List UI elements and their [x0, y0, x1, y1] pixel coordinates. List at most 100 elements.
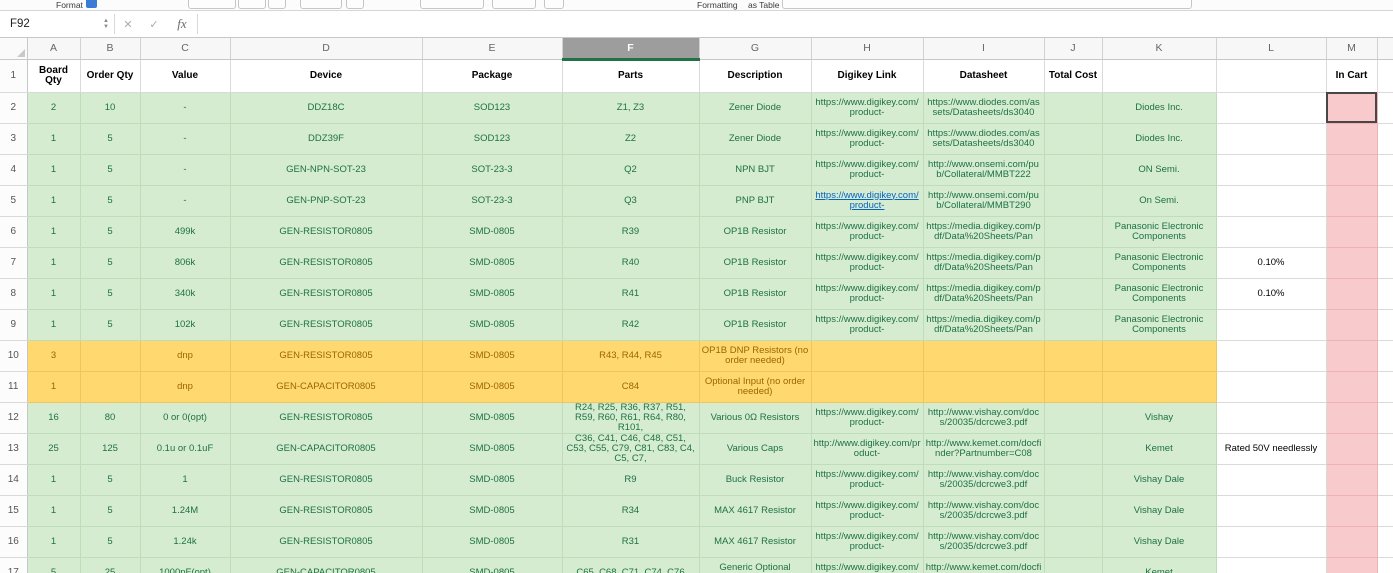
col-header-B[interactable]: B — [80, 38, 140, 59]
cell-D11[interactable]: GEN-CAPACITOR0805 — [230, 371, 422, 402]
cell-D16[interactable]: GEN-RESISTOR0805 — [230, 526, 422, 557]
cell-C14[interactable]: 1 — [140, 464, 230, 495]
cell-F1[interactable]: Parts — [562, 59, 699, 92]
cell-G7[interactable]: OP1B Resistor — [699, 247, 811, 278]
cell-K7[interactable]: Panasonic Electronic Components — [1102, 247, 1216, 278]
row-header-9[interactable]: 9 — [0, 309, 27, 340]
cell-A13[interactable]: 25 — [27, 433, 80, 464]
cell-M10[interactable] — [1326, 340, 1377, 371]
cell-J8[interactable] — [1044, 278, 1102, 309]
cell-K14[interactable]: Vishay Dale — [1102, 464, 1216, 495]
cell-H15[interactable]: https://www.digikey.com/product- — [811, 495, 923, 526]
cell-C9[interactable]: 102k — [140, 309, 230, 340]
cell-L16[interactable] — [1216, 526, 1326, 557]
cell-A11[interactable]: 1 — [27, 371, 80, 402]
cell-A10[interactable]: 3 — [27, 340, 80, 371]
cell-G16[interactable]: MAX 4617 Resistor — [699, 526, 811, 557]
cell-K13[interactable]: Kemet — [1102, 433, 1216, 464]
row-header-12[interactable]: 12 — [0, 402, 27, 433]
cell-I17[interactable]: http://www.kemet.com/docfinder?Partnumbe… — [923, 557, 1044, 573]
format-painter-icon[interactable] — [86, 0, 97, 8]
cell-J17[interactable] — [1044, 557, 1102, 573]
cell-D5[interactable]: GEN-PNP-SOT-23 — [230, 185, 422, 216]
cell-L7[interactable]: 0.10% — [1216, 247, 1326, 278]
cell-A4[interactable]: 1 — [27, 154, 80, 185]
cell-D7[interactable]: GEN-RESISTOR0805 — [230, 247, 422, 278]
cell-H16[interactable]: https://www.digikey.com/product- — [811, 526, 923, 557]
row-header-3[interactable]: 3 — [0, 123, 27, 154]
cell-B12[interactable]: 80 — [80, 402, 140, 433]
cell-A5[interactable]: 1 — [27, 185, 80, 216]
format-as-table-label[interactable]: as Table — [748, 0, 780, 10]
cell-D17[interactable]: GEN-CAPACITOR0805 — [230, 557, 422, 573]
cell-B8[interactable]: 5 — [80, 278, 140, 309]
cell-H10[interactable] — [811, 340, 923, 371]
cell-I14[interactable]: http://www.vishay.com/docs/20035/dcrcwe3… — [923, 464, 1044, 495]
row-header-13[interactable]: 13 — [0, 433, 27, 464]
cell-E13[interactable]: SMD-0805 — [422, 433, 562, 464]
cell-D14[interactable]: GEN-RESISTOR0805 — [230, 464, 422, 495]
col-header-G[interactable]: G — [699, 38, 811, 59]
alignment-controls[interactable] — [420, 0, 484, 9]
cell-K11[interactable] — [1102, 371, 1216, 402]
cell-K1[interactable] — [1102, 59, 1216, 92]
cell-G17[interactable]: Generic Optional Capacitor — [699, 557, 811, 573]
cell-M6[interactable] — [1326, 216, 1377, 247]
cell-C6[interactable]: 499k — [140, 216, 230, 247]
cell-C17[interactable]: 1000pF(opt) — [140, 557, 230, 573]
font-grow-button[interactable] — [268, 0, 286, 9]
cell-C2[interactable]: - — [140, 92, 230, 123]
cell-A8[interactable]: 1 — [27, 278, 80, 309]
cell-K5[interactable]: On Semi. — [1102, 185, 1216, 216]
cell-J9[interactable] — [1044, 309, 1102, 340]
cell-G8[interactable]: OP1B Resistor — [699, 278, 811, 309]
cell-D6[interactable]: GEN-RESISTOR0805 — [230, 216, 422, 247]
cell-L2[interactable] — [1216, 92, 1326, 123]
select-all-corner[interactable] — [0, 38, 27, 59]
cell-A17[interactable]: 5 — [27, 557, 80, 573]
col-header-I[interactable]: I — [923, 38, 1044, 59]
cell-H17[interactable]: https://www.digikey.com/product- — [811, 557, 923, 573]
cell-L1[interactable] — [1216, 59, 1326, 92]
cell-G3[interactable]: Zener Diode — [699, 123, 811, 154]
cell-I10[interactable] — [923, 340, 1044, 371]
col-header-F[interactable]: F — [562, 38, 699, 59]
cell-I12[interactable]: http://www.vishay.com/docs/20035/dcrcwe3… — [923, 402, 1044, 433]
cell-L8[interactable]: 0.10% — [1216, 278, 1326, 309]
cell-E16[interactable]: SMD-0805 — [422, 526, 562, 557]
cell-M3[interactable] — [1326, 123, 1377, 154]
cell-C4[interactable]: - — [140, 154, 230, 185]
cell-D3[interactable]: DDZ39F — [230, 123, 422, 154]
cell-styles-gallery[interactable] — [782, 0, 1192, 9]
cell-E2[interactable]: SOD123 — [422, 92, 562, 123]
cell-I9[interactable]: https://media.digikey.com/pdf/Data%20She… — [923, 309, 1044, 340]
col-header-E[interactable]: E — [422, 38, 562, 59]
cell-G15[interactable]: MAX 4617 Resistor — [699, 495, 811, 526]
cell-M11[interactable] — [1326, 371, 1377, 402]
conditional-formatting-label[interactable]: Formatting — [697, 0, 738, 10]
cell-L11[interactable] — [1216, 371, 1326, 402]
cell-F17[interactable]: C65, C68, C71, C74, C76 — [562, 557, 699, 573]
cell-J4[interactable] — [1044, 154, 1102, 185]
cell-D15[interactable]: GEN-RESISTOR0805 — [230, 495, 422, 526]
cell-K2[interactable]: Diodes Inc. — [1102, 92, 1216, 123]
cell-B3[interactable]: 5 — [80, 123, 140, 154]
cell-L9[interactable] — [1216, 309, 1326, 340]
cell-M7[interactable] — [1326, 247, 1377, 278]
row-header-5[interactable]: 5 — [0, 185, 27, 216]
cell-J14[interactable] — [1044, 464, 1102, 495]
cell-B15[interactable]: 5 — [80, 495, 140, 526]
cell-L17[interactable] — [1216, 557, 1326, 573]
row-header-6[interactable]: 6 — [0, 216, 27, 247]
cell-E5[interactable]: SOT-23-3 — [422, 185, 562, 216]
cell-E9[interactable]: SMD-0805 — [422, 309, 562, 340]
cell-J10[interactable] — [1044, 340, 1102, 371]
col-header-A[interactable]: A — [27, 38, 80, 59]
cell-E15[interactable]: SMD-0805 — [422, 495, 562, 526]
cell-D2[interactable]: DDZ18C — [230, 92, 422, 123]
cell-A2[interactable]: 2 — [27, 92, 80, 123]
cell-D8[interactable]: GEN-RESISTOR0805 — [230, 278, 422, 309]
cell-H6[interactable]: https://www.digikey.com/product- — [811, 216, 923, 247]
cell-M13[interactable] — [1326, 433, 1377, 464]
cell-C11[interactable]: dnp — [140, 371, 230, 402]
